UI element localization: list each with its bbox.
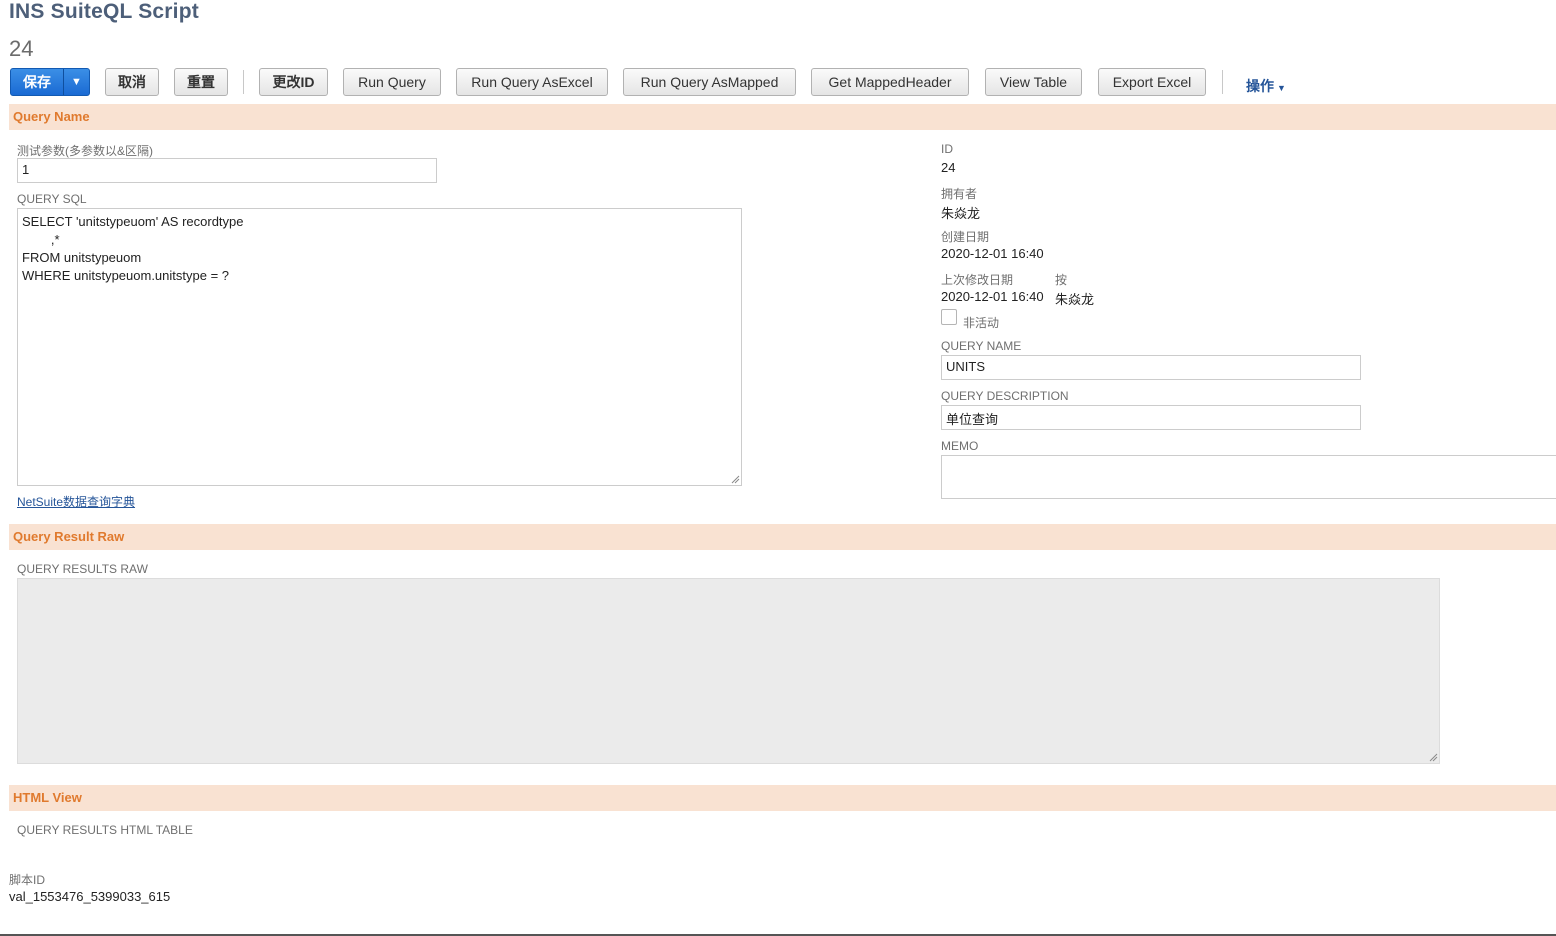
query-sql-text: SELECT 'unitstypeuom' AS recordtype ,* F… [22,214,244,283]
created-date-value: 2020-12-01 16:40 [941,246,1044,261]
view-table-button[interactable]: View Table [985,68,1082,96]
id-label: ID [941,142,953,156]
memo-label: MEMO [941,439,979,453]
section-header-html-view[interactable]: HTML View [9,785,1556,811]
created-date-label: 创建日期 [941,230,990,244]
script-id-label: 脚本ID [9,873,46,887]
modified-date-label: 上次修改日期 [941,273,1014,287]
save-button-group: 保存 ▼ [10,68,90,96]
run-query-mapped-button[interactable]: Run Query AsMapped [623,68,796,96]
results-raw-label: QUERY RESULTS RAW [17,562,148,576]
modified-by-label: 按 [1055,273,1068,287]
save-button[interactable]: 保存 [11,69,64,95]
query-name-label: QUERY NAME [941,339,1022,353]
query-sql-label: QUERY SQL [17,192,87,206]
resize-grip-icon[interactable] [731,475,740,484]
record-number: 24 [9,36,34,61]
run-query-button[interactable]: Run Query [343,68,441,96]
results-raw-textarea[interactable] [17,578,1440,764]
modified-by-value: 朱焱龙 [1055,292,1095,307]
cancel-button[interactable]: 取消 [105,68,159,96]
owner-label: 拥有者 [941,187,978,201]
query-description-label: QUERY DESCRIPTION [941,389,1069,403]
run-query-excel-button[interactable]: Run Query AsExcel [456,68,608,96]
dictionary-link[interactable]: NetSuite数据查询字典 [17,493,135,510]
toolbar-separator [243,70,244,94]
results-html-label: QUERY RESULTS HTML TABLE [17,823,193,837]
id-value: 24 [941,160,956,175]
section-header-query-result-raw[interactable]: Query Result Raw [9,524,1556,550]
test-params-input[interactable]: 1 [17,158,437,183]
export-excel-button[interactable]: Export Excel [1098,68,1206,96]
test-params-label: 测试参数(多参数以&区隔) [17,144,153,158]
chevron-down-icon: ▼ [1277,83,1286,93]
memo-textarea[interactable] [941,455,1556,499]
modified-date-value: 2020-12-01 16:40 [941,289,1044,304]
section-header-query-name[interactable]: Query Name [9,104,1556,130]
owner-value: 朱焱龙 [941,206,981,221]
change-id-button[interactable]: 更改ID [259,68,328,96]
save-menu-dropdown-icon[interactable]: ▼ [64,69,89,95]
inactive-checkbox[interactable] [941,309,957,325]
toolbar: 保存 ▼ 取消 重置 更改ID Run Query Run Query AsEx… [0,68,1556,98]
toolbar-separator [1222,70,1223,94]
actions-menu[interactable]: 操作 ▼ [1246,76,1286,96]
page-title: INS SuiteQL Script [9,0,199,23]
inactive-label: 非活动 [963,316,1000,330]
get-mapped-header-button[interactable]: Get MappedHeader [811,68,969,96]
reset-button[interactable]: 重置 [174,68,228,96]
query-sql-textarea[interactable]: SELECT 'unitstypeuom' AS recordtype ,* F… [17,208,742,486]
query-name-input[interactable]: UNITS [941,355,1361,380]
actions-menu-label: 操作 [1246,78,1274,94]
query-description-input[interactable]: 单位查询 [941,405,1361,430]
script-id-value: val_1553476_5399033_615 [9,889,171,904]
resize-grip-icon[interactable] [1429,753,1438,762]
